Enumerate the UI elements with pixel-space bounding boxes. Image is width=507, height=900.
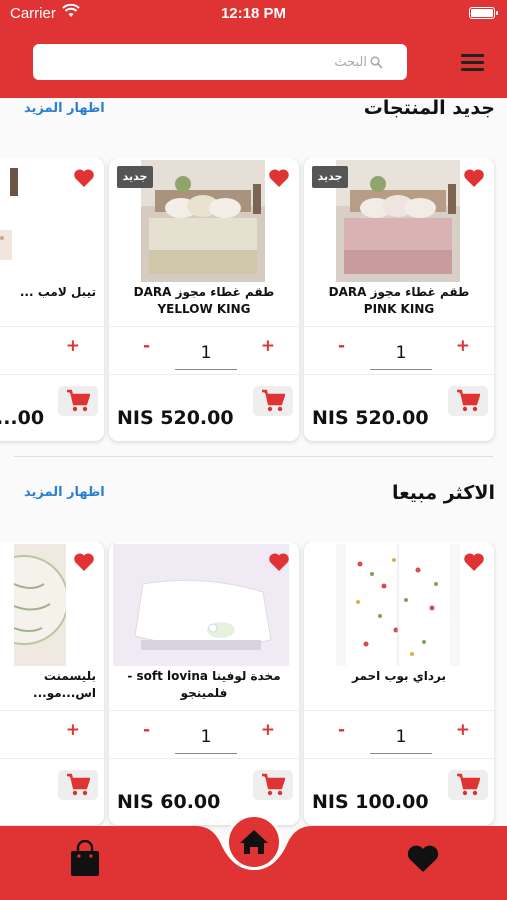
- search-input[interactable]: [43, 50, 367, 74]
- increase-qty-button[interactable]: +: [66, 336, 80, 356]
- section-title-new-products: جديد المنتجات: [363, 97, 495, 119]
- product-image[interactable]: [113, 544, 289, 666]
- product-image[interactable]: [336, 160, 460, 282]
- cart-icon: [457, 773, 480, 796]
- add-to-cart-button[interactable]: [448, 770, 488, 800]
- home-button[interactable]: [226, 814, 282, 870]
- quantity-field[interactable]: 1: [370, 340, 432, 370]
- cart-icon: [67, 773, 90, 796]
- status-time: 12:18 PM: [220, 5, 287, 22]
- new-badge: جديد: [117, 166, 153, 188]
- shopping-bag-icon[interactable]: [68, 839, 102, 878]
- product-price: NIS 520.00: [117, 407, 234, 429]
- heart-icon[interactable]: [268, 552, 290, 572]
- product-name[interactable]: طقم غطاء مجوز DARA PINK KING: [312, 284, 486, 324]
- new-badge: جديد: [312, 166, 348, 188]
- add-to-cart-button[interactable]: [448, 386, 488, 416]
- show-more-best-link[interactable]: اظهار المزيد: [24, 485, 105, 500]
- battery-icon: [469, 7, 498, 19]
- heart-icon[interactable]: [463, 168, 485, 188]
- product-name[interactable]: مخدة لوفينا soft lovina - فلمينجو: [117, 668, 291, 708]
- product-card[interactable]: تيبل لامب ... + ...00: [0, 158, 104, 441]
- cart-icon: [457, 389, 480, 412]
- product-card[interactable]: برداي بوب احمر - 1 + NIS 100.00: [304, 542, 494, 825]
- show-more-new-link[interactable]: اظهار المزيد: [24, 101, 105, 116]
- increase-qty-button[interactable]: +: [66, 720, 80, 740]
- best-sellers-row[interactable]: برداي بوب احمر - 1 + NIS 100.00 مخدة لوف…: [0, 542, 507, 832]
- product-image[interactable]: [14, 544, 66, 666]
- quantity-field[interactable]: 1: [175, 724, 237, 754]
- quantity-field[interactable]: 1: [370, 724, 432, 754]
- heart-icon[interactable]: [73, 168, 95, 188]
- quantity-field[interactable]: 1: [175, 340, 237, 370]
- favorites-heart-icon[interactable]: [406, 844, 440, 874]
- product-image[interactable]: [336, 544, 460, 666]
- section-divider: [14, 456, 493, 457]
- increase-qty-button[interactable]: +: [261, 336, 275, 356]
- decrease-qty-button[interactable]: -: [143, 336, 150, 356]
- cart-icon: [262, 773, 285, 796]
- decrease-qty-button[interactable]: -: [143, 720, 150, 740]
- increase-qty-button[interactable]: +: [456, 720, 470, 740]
- app-header: Carrier 12:18 PM: [0, 0, 507, 98]
- product-image[interactable]: [141, 160, 265, 282]
- cart-icon: [67, 389, 90, 412]
- section-title-best-sellers: الاكثر مبيعا: [391, 482, 495, 504]
- heart-icon[interactable]: [73, 552, 95, 572]
- product-price: ...00: [0, 407, 45, 429]
- add-to-cart-button[interactable]: [58, 386, 98, 416]
- product-image[interactable]: [0, 160, 20, 282]
- product-card[interactable]: جديد طقم غطاء مجوز DARA PINK KING - 1 + …: [304, 158, 494, 441]
- product-price: NIS 60.00: [117, 791, 221, 813]
- increase-qty-button[interactable]: +: [456, 336, 470, 356]
- bottom-nav: [0, 814, 507, 900]
- product-price: NIS 100.00: [312, 791, 429, 813]
- product-name[interactable]: بليسمنت اس...مو...: [0, 668, 96, 708]
- product-card[interactable]: بليسمنت اس...مو... +: [0, 542, 104, 825]
- heart-icon[interactable]: [268, 168, 290, 188]
- search-icon: [370, 56, 383, 69]
- add-to-cart-button[interactable]: [253, 386, 293, 416]
- product-card[interactable]: جديد طقم غطاء مجوز DARA YELLOW KING - 1 …: [109, 158, 299, 441]
- add-to-cart-button[interactable]: [58, 770, 98, 800]
- decrease-qty-button[interactable]: -: [338, 720, 345, 740]
- product-name[interactable]: طقم غطاء مجوز DARA YELLOW KING: [117, 284, 291, 324]
- menu-icon[interactable]: [461, 54, 485, 72]
- search-box[interactable]: [33, 44, 407, 80]
- product-card[interactable]: مخدة لوفينا soft lovina - فلمينجو - 1 + …: [109, 542, 299, 825]
- product-name[interactable]: تيبل لامب ...: [0, 284, 96, 324]
- increase-qty-button[interactable]: +: [261, 720, 275, 740]
- new-products-row[interactable]: جديد طقم غطاء مجوز DARA PINK KING - 1 + …: [0, 158, 507, 448]
- cart-icon: [262, 389, 285, 412]
- decrease-qty-button[interactable]: -: [338, 336, 345, 356]
- status-bar: Carrier 12:18 PM: [0, 0, 507, 28]
- product-price: NIS 520.00: [312, 407, 429, 429]
- add-to-cart-button[interactable]: [253, 770, 293, 800]
- home-icon: [240, 830, 268, 854]
- product-name[interactable]: برداي بوب احمر: [312, 668, 486, 708]
- heart-icon[interactable]: [463, 552, 485, 572]
